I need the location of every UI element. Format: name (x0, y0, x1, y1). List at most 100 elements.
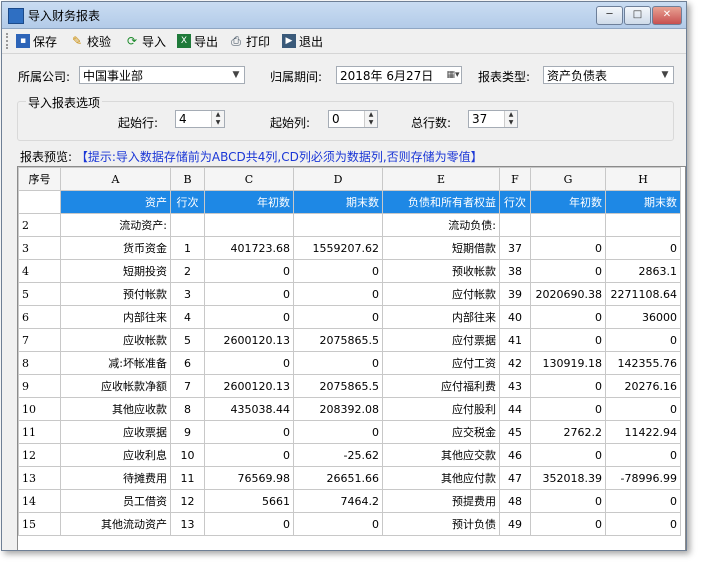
check-button[interactable]: ✎ 校验 (70, 32, 111, 50)
table-cell[interactable]: 负债和所有者权益 (382, 190, 500, 214)
row-number-cell[interactable]: 7 (18, 328, 61, 352)
table-cell[interactable]: 应收利息 (60, 443, 171, 467)
minimize-button[interactable]: ─ (596, 6, 623, 25)
toolbar-grip[interactable] (6, 33, 11, 49)
table-row[interactable]: 2 流动资产: 流动负债: (18, 213, 681, 237)
table-row[interactable]: 6 内部往来 4 0 0 内部往来 40 0 36000 (18, 305, 681, 329)
column-header-h[interactable]: H (605, 167, 681, 191)
column-header-b[interactable]: B (170, 167, 205, 191)
row-number-cell[interactable]: 6 (18, 305, 61, 329)
table-cell[interactable]: 48 (499, 489, 531, 513)
table-cell[interactable]: 9 (170, 420, 205, 444)
table-row[interactable]: 7 应收帐款 5 2600120.13 2075865.5 应付票据 41 0 0 (18, 328, 681, 352)
table-cell[interactable]: 0 (204, 443, 294, 467)
table-cell[interactable]: 应交税金 (382, 420, 500, 444)
table-cell[interactable]: 41 (499, 328, 531, 352)
table-row[interactable]: 14 员工借资 12 5661 7464.2 预提费用 48 0 0 (18, 489, 681, 513)
report-preview-grid[interactable]: 序号 A B C D E F G H 资产 行次 年初数 期末数 负债和所有者权益 行次 年初数 期末数 2 流动… (17, 166, 686, 550)
calendar-icon[interactable]: ▦▾ (445, 67, 461, 83)
row-number-cell[interactable]: 14 (18, 489, 61, 513)
row-number-cell[interactable]: 2 (18, 213, 61, 237)
column-header-e[interactable]: E (382, 167, 500, 191)
start-col-stepper[interactable]: 0 ▲ ▼ (328, 110, 378, 128)
table-cell[interactable]: 应付工资 (382, 351, 500, 375)
row-number-cell[interactable]: 8 (18, 351, 61, 375)
table-header-row[interactable]: 资产 行次 年初数 期末数 负债和所有者权益 行次 年初数 期末数 (18, 190, 681, 214)
table-cell[interactable]: 40 (499, 305, 531, 329)
table-cell[interactable]: 401723.68 (204, 236, 294, 260)
table-cell[interactable]: 资产 (60, 190, 171, 214)
table-cell[interactable]: 5 (170, 328, 205, 352)
table-cell[interactable]: 流动资产: (60, 213, 171, 237)
table-cell[interactable]: 2762.2 (530, 420, 606, 444)
table-cell[interactable]: 减:坏帐准备 (60, 351, 171, 375)
period-date-picker[interactable]: 2018年 6月27日 ▦▾ (336, 66, 462, 84)
table-cell[interactable]: 年初数 (530, 190, 606, 214)
table-cell[interactable]: 208392.08 (293, 397, 383, 421)
table-cell[interactable]: 年初数 (204, 190, 294, 214)
table-cell[interactable]: 3 (170, 282, 205, 306)
stepper-arrows-icon[interactable]: ▲ ▼ (211, 111, 224, 127)
table-cell[interactable]: 其他应付款 (382, 466, 500, 490)
row-number-cell[interactable]: 4 (18, 259, 61, 283)
table-cell[interactable]: -25.62 (293, 443, 383, 467)
table-cell[interactable]: 2020690.38 (530, 282, 606, 306)
table-cell[interactable]: 76569.98 (204, 466, 294, 490)
export-button[interactable]: X 导出 (177, 32, 218, 50)
column-header-a[interactable]: A (60, 167, 171, 191)
table-cell[interactable]: 38 (499, 259, 531, 283)
table-cell[interactable]: 8 (170, 397, 205, 421)
stepper-arrows-icon[interactable]: ▲ ▼ (364, 111, 377, 127)
table-cell[interactable]: 应收帐款净额 (60, 374, 171, 398)
table-cell[interactable]: 13 (170, 512, 205, 536)
table-cell[interactable]: 员工借资 (60, 489, 171, 513)
row-number-cell[interactable]: 10 (18, 397, 61, 421)
row-number-cell[interactable]: 12 (18, 443, 61, 467)
table-cell[interactable]: 2 (170, 259, 205, 283)
close-button[interactable]: ✕ (652, 6, 682, 25)
table-cell[interactable]: 其他应交款 (382, 443, 500, 467)
table-cell[interactable]: 0 (204, 259, 294, 283)
table-cell[interactable]: 2271108.64 (605, 282, 681, 306)
table-cell[interactable]: 0 (605, 397, 681, 421)
table-cell[interactable]: 47 (499, 466, 531, 490)
table-row[interactable]: 11 应收票据 9 0 0 应交税金 45 2762.2 11422.94 (18, 420, 681, 444)
table-cell[interactable]: 1559207.62 (293, 236, 383, 260)
table-row[interactable]: 8 减:坏帐准备 6 0 0 应付工资 42 130919.18 142355.76 (18, 351, 681, 375)
table-cell[interactable]: 2075865.5 (293, 328, 383, 352)
row-number-cell[interactable]: 9 (18, 374, 61, 398)
table-cell[interactable]: 0 (605, 328, 681, 352)
table-cell[interactable]: 内部往来 (60, 305, 171, 329)
table-cell[interactable]: 应付股利 (382, 397, 500, 421)
table-cell[interactable]: 0 (530, 512, 606, 536)
table-cell[interactable]: 20276.16 (605, 374, 681, 398)
table-cell[interactable]: 0 (530, 328, 606, 352)
table-cell[interactable]: 2600120.13 (204, 374, 294, 398)
table-cell[interactable]: 42 (499, 351, 531, 375)
table-cell[interactable]: 0 (530, 397, 606, 421)
table-cell[interactable]: 货币资金 (60, 236, 171, 260)
table-cell[interactable]: 0 (293, 305, 383, 329)
table-cell[interactable]: 12 (170, 489, 205, 513)
table-cell[interactable]: 7464.2 (293, 489, 383, 513)
table-cell[interactable]: 1 (170, 236, 205, 260)
table-cell[interactable]: 43 (499, 374, 531, 398)
table-cell[interactable]: 11422.94 (605, 420, 681, 444)
table-cell[interactable]: 0 (204, 282, 294, 306)
table-cell[interactable]: 应付帐款 (382, 282, 500, 306)
table-cell[interactable]: 内部往来 (382, 305, 500, 329)
table-cell[interactable]: 应付票据 (382, 328, 500, 352)
total-rows-stepper[interactable]: 37 ▲ ▼ (468, 110, 518, 128)
table-cell[interactable]: 2600120.13 (204, 328, 294, 352)
table-cell[interactable]: 130919.18 (530, 351, 606, 375)
stepper-arrows-icon[interactable]: ▲ ▼ (504, 111, 517, 127)
table-cell[interactable]: 应付福利费 (382, 374, 500, 398)
company-select[interactable]: 中国事业部 ▼ (79, 66, 245, 84)
table-cell[interactable]: 0 (530, 443, 606, 467)
table-cell[interactable]: 0 (204, 305, 294, 329)
table-row[interactable]: 15 其他流动资产 13 0 0 预计负债 49 0 0 (18, 512, 681, 536)
table-cell[interactable]: 应收票据 (60, 420, 171, 444)
table-cell[interactable] (499, 213, 531, 237)
table-cell[interactable]: 其他流动资产 (60, 512, 171, 536)
row-number-cell[interactable]: 11 (18, 420, 61, 444)
